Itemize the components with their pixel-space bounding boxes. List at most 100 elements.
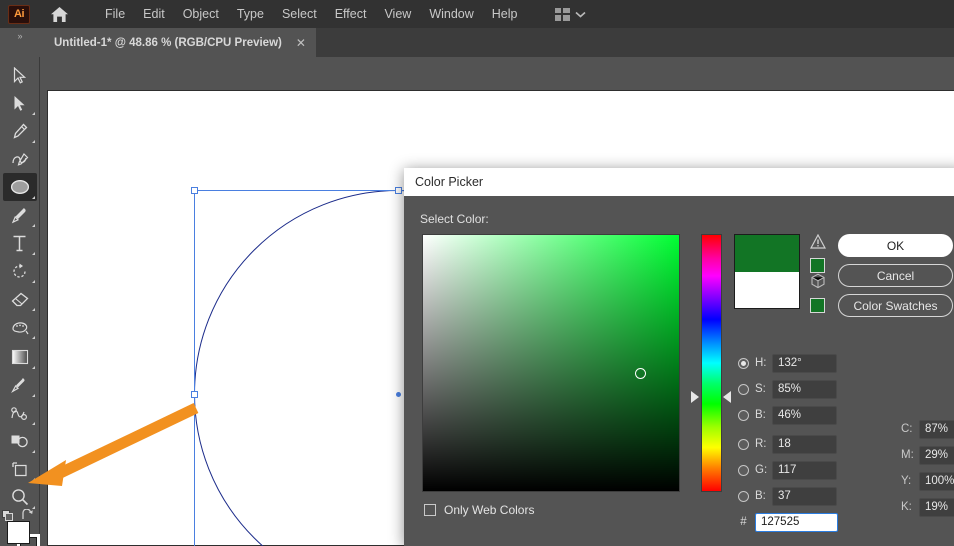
hue-slider[interactable] [701,234,722,492]
tool-group-indicator [31,308,35,311]
scale-tool[interactable] [3,313,37,341]
tool-group-indicator [31,252,35,255]
blue-row: B: [738,485,838,507]
shape-center-point [396,392,401,397]
menu-bar: Ai File Edit Object Type Select Effect V… [0,0,954,28]
default-fill-stroke-icon[interactable] [2,509,14,521]
magenta-label: M: [901,449,914,461]
blue-radio[interactable] [738,490,749,502]
menu-item-edit[interactable]: Edit [134,3,174,25]
document-tab-bar: » Untitled-1* @ 48.86 % (RGB/CPU Preview… [0,28,954,57]
blue-label: B: [755,490,766,502]
paintbrush-tool[interactable] [3,201,37,229]
app-logo-icon: Ai [8,4,30,24]
panel-expander-icon[interactable]: » [0,28,40,57]
selection-handle[interactable] [191,391,198,398]
selection-handle[interactable] [191,187,198,194]
gamut-warning-column [809,233,830,313]
pen-tool[interactable] [3,117,37,145]
new-color-swatch [735,235,799,272]
ok-button[interactable]: OK [838,234,953,257]
select-color-label: Select Color: [420,212,489,226]
fill-stroke-controls [0,508,40,546]
menu-item-effect[interactable]: Effect [326,3,376,25]
gradient-tool[interactable] [3,343,37,371]
cmyk-fields: C: M: Y: K: [901,418,954,522]
saturation-input[interactable] [772,379,837,399]
only-web-colors-label: Only Web Colors [444,503,535,517]
cyan-input[interactable] [919,419,954,439]
eyedropper-tool[interactable] [3,371,37,399]
selection-tool[interactable] [3,61,37,89]
saturation-row: S: [738,378,838,400]
chevron-down-icon [574,5,586,23]
hue-slider-marker-left[interactable] [691,390,699,403]
hue-slider-marker-right[interactable] [723,390,731,403]
magenta-input[interactable] [919,445,954,465]
yellow-row: Y: [901,470,954,492]
green-radio[interactable] [738,464,749,476]
zoom-tool[interactable] [3,483,37,511]
tool-group-indicator [31,336,35,339]
hue-row: H: [738,352,838,374]
direct-selection-tool[interactable] [3,89,37,117]
saturation-brightness-field[interactable] [422,234,680,492]
menu-items: File Edit Object Type Select Effect View… [96,3,586,25]
menu-item-view[interactable]: View [375,3,420,25]
blend-tool[interactable] [3,399,37,427]
tools-panel [0,57,40,546]
red-radio[interactable] [738,438,749,450]
hex-input[interactable] [755,512,838,532]
web-safe-color-swatch[interactable] [810,298,825,313]
brightness-input[interactable] [772,405,837,425]
brightness-radio[interactable] [738,409,749,421]
menu-item-object[interactable]: Object [174,3,228,25]
color-field-marker[interactable] [635,367,647,379]
green-label: G: [755,464,768,476]
curvature-tool[interactable] [3,145,37,173]
saturation-radio[interactable] [738,383,749,395]
only-web-colors-row[interactable]: Only Web Colors [424,503,534,517]
tool-group-indicator [31,366,35,369]
menu-item-help[interactable]: Help [483,3,527,25]
previous-color-swatch[interactable] [735,271,799,308]
hue-radio[interactable] [738,357,749,369]
only-web-colors-checkbox[interactable] [424,504,436,516]
close-icon[interactable]: ✕ [296,36,306,50]
hex-symbol: # [740,516,747,528]
tool-group-indicator [31,478,35,481]
menu-item-select[interactable]: Select [273,3,326,25]
selection-handle[interactable] [395,187,402,194]
tool-group-indicator [31,394,35,397]
eraser-tool[interactable] [3,285,37,313]
red-input[interactable] [772,434,837,454]
document-tab[interactable]: Untitled-1* @ 48.86 % (RGB/CPU Preview) … [40,28,316,57]
red-row: R: [738,433,838,455]
workspace-switcher[interactable] [554,5,586,23]
type-tool[interactable] [3,229,37,257]
shape-builder-tool[interactable] [3,427,37,455]
color-picker-titlebar: Color Picker [404,168,954,196]
black-row: K: [901,496,954,518]
green-row: G: [738,459,838,481]
color-preview-swatch [734,234,800,309]
artboard-tool[interactable] [3,455,37,483]
black-input[interactable] [919,497,954,517]
green-input[interactable] [772,460,837,480]
rotate-tool[interactable] [3,257,37,285]
web-safe-cube-icon [810,273,826,293]
cancel-button[interactable]: Cancel [838,264,953,287]
ellipse-tool[interactable] [2,173,37,201]
yellow-input[interactable] [919,471,954,491]
out-of-gamut-warning-icon [809,233,827,253]
home-icon[interactable] [48,4,70,24]
menu-item-type[interactable]: Type [228,3,273,25]
fill-color-swatch[interactable] [7,521,30,544]
menu-item-window[interactable]: Window [420,3,482,25]
blue-input[interactable] [772,486,837,506]
brightness-label: B: [755,409,766,421]
hue-input[interactable] [772,353,837,373]
color-swatches-button[interactable]: Color Swatches [838,294,953,317]
menu-item-file[interactable]: File [96,3,134,25]
in-gamut-color-swatch[interactable] [810,258,825,273]
